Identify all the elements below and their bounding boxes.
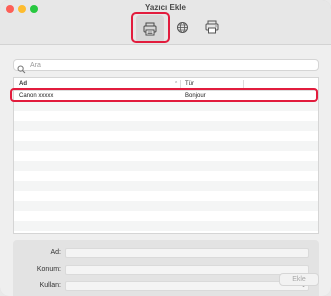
column-divider xyxy=(180,80,181,88)
table-row-empty xyxy=(14,211,318,221)
add-printer-window: Yazıcı Ekle Ara Ad ⌃ Tür Canon xxxxx Bon… xyxy=(0,0,331,296)
printer-alt-icon xyxy=(205,20,219,34)
use-select[interactable]: ⇕ xyxy=(65,281,309,291)
location-label: Konum: xyxy=(36,266,61,273)
main-content: Ara Ad ⌃ Tür Canon xxxxx Bonjour Ad: Kon… xyxy=(0,45,331,296)
table-row-empty xyxy=(14,101,318,111)
table-row-empty xyxy=(14,221,318,231)
window-title: Yazıcı Ekle xyxy=(145,3,186,12)
title-bar: Yazıcı Ekle xyxy=(0,0,331,45)
toolbar-highlight-annotation xyxy=(131,12,170,43)
table-row-empty xyxy=(14,191,318,201)
table-row-empty xyxy=(14,141,318,151)
table-row-empty xyxy=(14,181,318,191)
table-row-empty xyxy=(14,171,318,181)
table-row-empty xyxy=(14,131,318,141)
toolbar-ip-printers-button[interactable] xyxy=(169,14,195,40)
table-row-empty xyxy=(14,121,318,131)
use-label: Kullan: xyxy=(39,282,61,289)
name-label: Ad: xyxy=(50,249,61,256)
search-placeholder: Ara xyxy=(30,62,41,69)
table-row-empty xyxy=(14,201,318,211)
row-highlight-annotation xyxy=(10,88,318,102)
add-button[interactable]: Ekle xyxy=(279,273,319,286)
table-rows: Canon xxxxx Bonjour xyxy=(14,91,318,231)
location-field[interactable] xyxy=(65,265,309,275)
table-row-empty xyxy=(14,151,318,161)
table-row-empty xyxy=(14,161,318,171)
column-divider xyxy=(243,80,244,88)
table-row-empty xyxy=(14,111,318,121)
toolbar-windows-printers-button[interactable] xyxy=(199,14,225,40)
printer-details-panel: Ad: Konum: Kullan: ⇕ xyxy=(13,240,319,296)
search-input[interactable]: Ara xyxy=(13,59,319,74)
name-field[interactable] xyxy=(65,248,309,258)
globe-icon xyxy=(176,21,189,34)
